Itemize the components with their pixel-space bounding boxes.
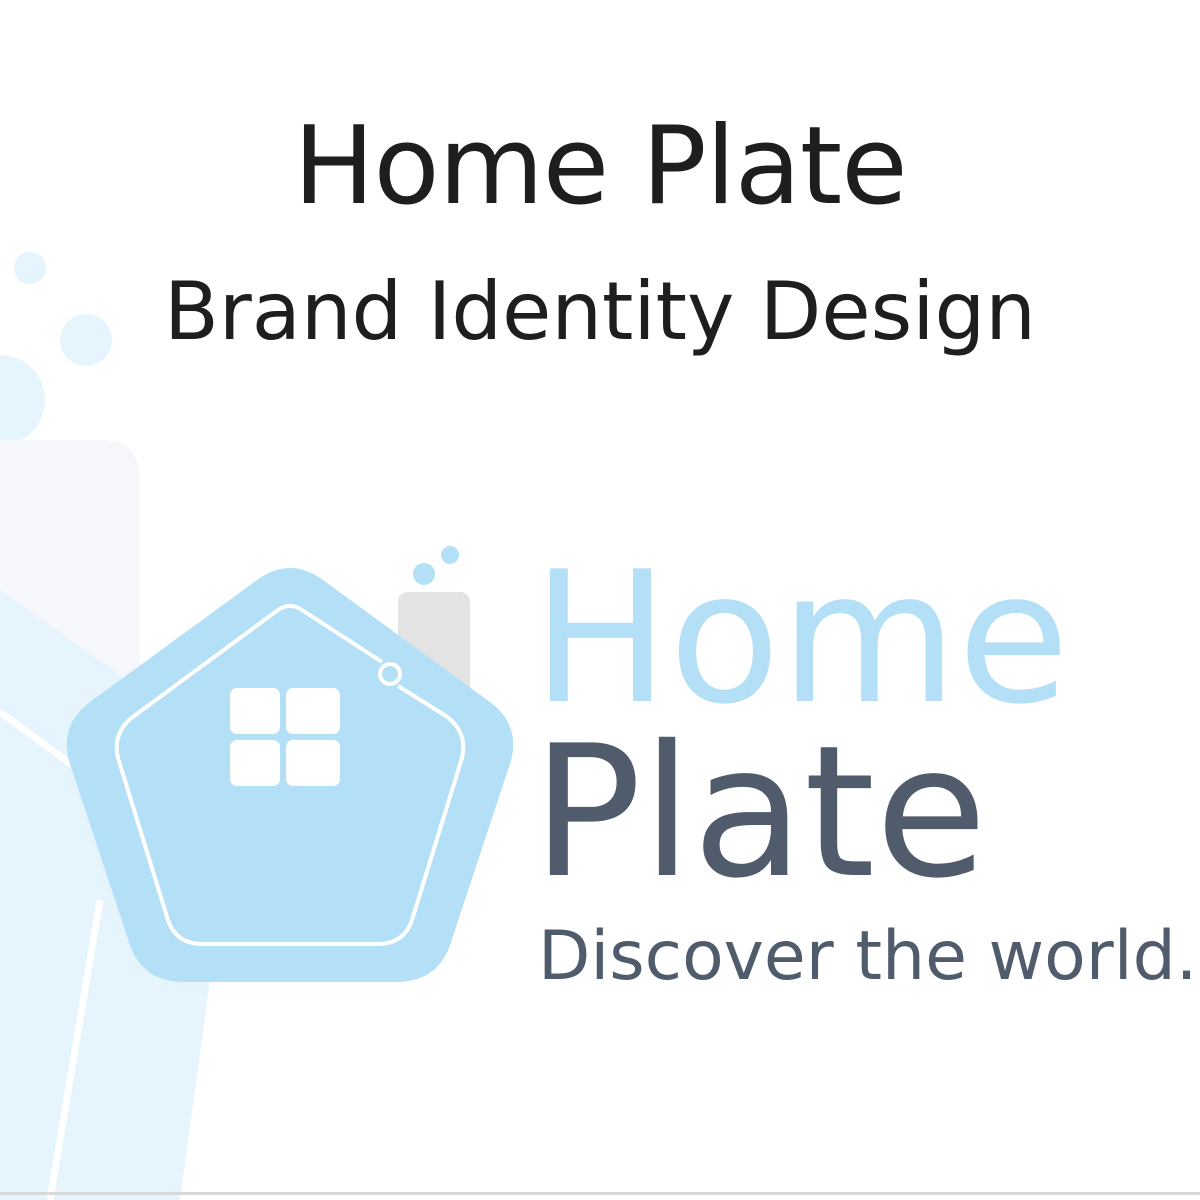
window-pane-top-left bbox=[230, 688, 280, 734]
bottom-divider bbox=[0, 1192, 1200, 1195]
house-pentagon-icon bbox=[66, 546, 514, 982]
logo-tagline: Discover the world. bbox=[538, 917, 1198, 996]
decor-bubble-large bbox=[0, 355, 45, 445]
chimney-smoke-large-icon bbox=[413, 563, 435, 585]
page-title: Home Plate bbox=[293, 104, 907, 229]
window-pane-top-right bbox=[286, 688, 340, 734]
brand-identity-page: Home Plate Brand Identity Design Home Pl… bbox=[0, 0, 1200, 1200]
page-subtitle: Brand Identity Design bbox=[164, 265, 1036, 358]
window-pane-bottom-left bbox=[230, 740, 280, 786]
logo-word-plate: Plate bbox=[532, 706, 988, 918]
window-pane-bottom-right bbox=[286, 740, 340, 786]
chimney-smoke-small-icon bbox=[441, 546, 459, 564]
